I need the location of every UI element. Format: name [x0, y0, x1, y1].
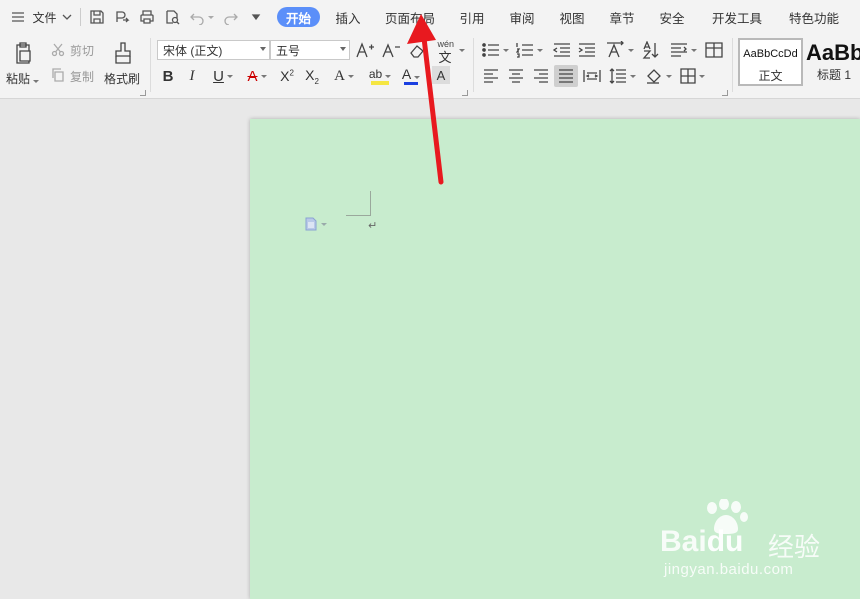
annotation-arrow [407, 14, 444, 185]
arrow-shaft [421, 35, 444, 185]
arrow-head [407, 14, 436, 44]
